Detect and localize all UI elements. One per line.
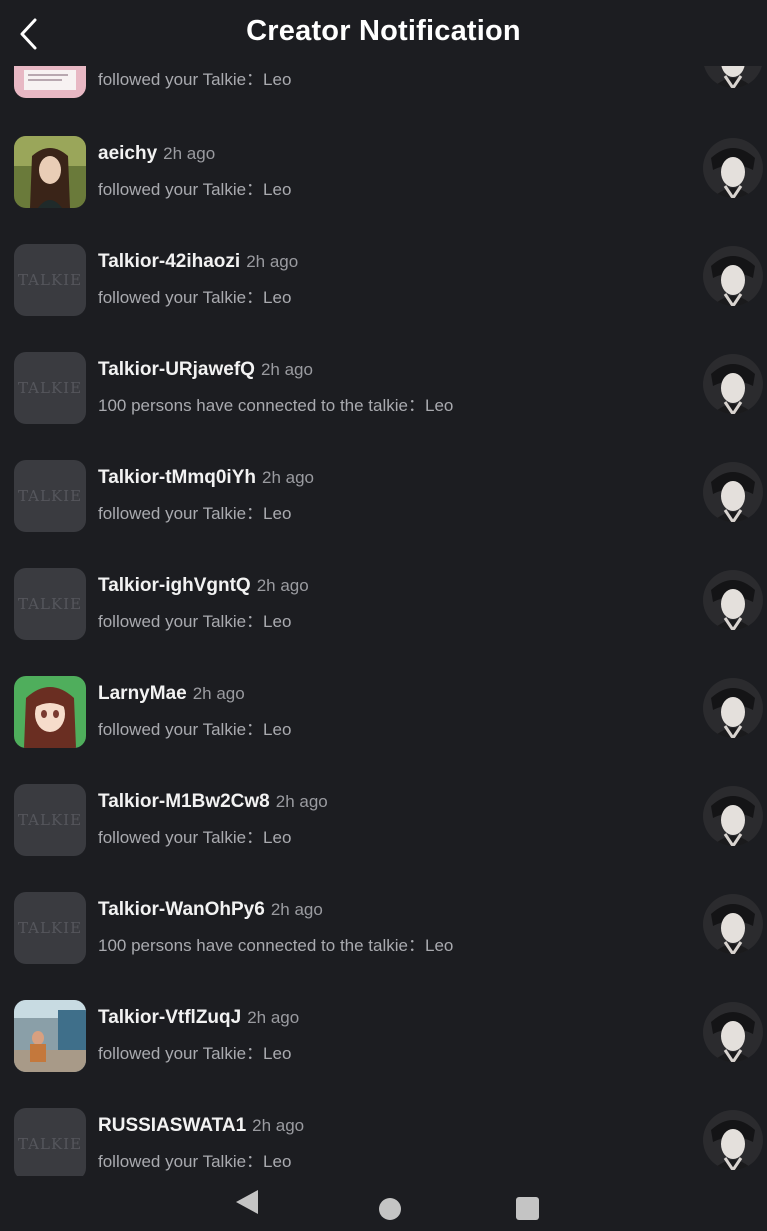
notification-item[interactable]: TALKIE RUSSIASWATA1 2h ago followed your …: [0, 1108, 767, 1176]
notification-item[interactable]: TALKIE Talkior-URjawefQ 2h ago 100 person…: [0, 352, 767, 460]
talkie-logo: TALKIE: [17, 487, 83, 505]
notification-time: 2h ago: [262, 468, 314, 487]
talkie-logo: TALKIE: [17, 919, 83, 937]
notification-message: followed your Talkie：Leo: [98, 70, 292, 89]
talkie-avatar[interactable]: [703, 246, 763, 306]
notification-time: 2h ago: [275, 792, 328, 811]
talkie-avatar[interactable]: [703, 354, 763, 414]
page-title: Creator Notification: [246, 15, 521, 47]
notification-message: followed your Talkie：Leo: [98, 288, 292, 307]
nav-back-icon[interactable]: [236, 1190, 258, 1214]
leo-portrait-image: [703, 246, 763, 306]
talkie-logo: TALKIE: [17, 595, 83, 613]
notification-header: Talkior-ighVgntQ 2h ago: [98, 574, 309, 598]
notification-message: followed your Talkie：Leo: [98, 180, 292, 199]
nav-recent-icon[interactable]: [516, 1197, 539, 1220]
notification-message: followed your Talkie：Leo: [98, 720, 292, 739]
user-name[interactable]: Talkior-42ihaozi: [98, 251, 240, 272]
notification-header: Talkior-WanOhPy6 2h ago: [98, 898, 323, 922]
notification-header: Talkior-M1Bw2Cw8 2h ago: [98, 790, 328, 814]
talkie-avatar[interactable]: [703, 678, 763, 738]
notification-message: followed your Talkie：Leo: [98, 612, 292, 631]
notification-header: Talkior-VtflZuqJ 2h ago: [98, 1006, 299, 1030]
notification-item[interactable]: TALKIE Talkior-ighVgntQ 2h ago followed y…: [0, 568, 767, 676]
notification-time: 2h ago: [192, 684, 245, 703]
notification-item[interactable]: aeichy 2h ago followed your Talkie：Leo: [0, 136, 767, 244]
user-name[interactable]: Talkior-ighVgntQ: [98, 575, 251, 596]
talkie-logo: TALKIE: [17, 379, 83, 397]
user-name[interactable]: LarnyMae: [98, 683, 187, 704]
user-avatar[interactable]: TALKIE: [14, 244, 86, 316]
notification-message: 100 persons have connected to the talkie…: [98, 936, 454, 955]
leo-portrait-image: [703, 570, 763, 630]
talkie-avatar[interactable]: [703, 1110, 763, 1170]
talkie-logo: TALKIE: [17, 811, 83, 829]
notification-header: Talkior-42ihaozi 2h ago: [98, 250, 298, 274]
user-avatar[interactable]: [14, 136, 86, 208]
notification-time: 2h ago: [270, 900, 323, 919]
notification-item[interactable]: Talkior-VtflZuqJ 2h ago followed your Tal…: [0, 1000, 767, 1108]
notification-header: Talkior-URjawefQ 2h ago: [98, 358, 313, 382]
app-header: Creator Notification: [0, 0, 767, 66]
user-avatar[interactable]: [14, 1000, 86, 1072]
notification-item[interactable]: TALKIE Talkior-WanOhPy6 2h ago 100 person…: [0, 892, 767, 1000]
user-name[interactable]: aeichy: [98, 143, 157, 164]
notification-time: 2h ago: [252, 1116, 305, 1135]
notification-time: 2h ago: [260, 360, 313, 379]
notification-header: RUSSIASWATA1 2h ago: [98, 1114, 304, 1138]
notification-item[interactable]: TALKIE Talkior-tMmq0iYh 2h ago followed y…: [0, 460, 767, 568]
user-avatar[interactable]: TALKIE: [14, 1108, 86, 1176]
talkie-avatar[interactable]: [703, 570, 763, 630]
notification-message: followed your Talkie：Leo: [98, 504, 292, 523]
system-nav-bar: [0, 1176, 767, 1231]
user-avatar[interactable]: TALKIE: [14, 892, 86, 964]
talkie-logo: TALKIE: [17, 1135, 83, 1153]
notification-message: followed your Talkie：Leo: [98, 1152, 292, 1171]
user-name[interactable]: Talkior-URjawefQ: [98, 359, 255, 380]
notification-time: 2h ago: [246, 252, 299, 271]
talkie-avatar[interactable]: [703, 894, 763, 954]
notification-list[interactable]: followed your Talkie：Leo aeichy 2h ago f…: [0, 0, 767, 1176]
notification-time: 2h ago: [256, 576, 309, 595]
talkie-logo: TALKIE: [17, 271, 83, 289]
talkie-avatar[interactable]: [703, 138, 763, 198]
notification-message: followed your Talkie：Leo: [98, 828, 292, 847]
user-name[interactable]: RUSSIASWATA1: [98, 1115, 246, 1136]
notification-message: 100 persons have connected to the talkie…: [98, 396, 454, 415]
leo-portrait-image: [703, 678, 763, 738]
leo-portrait-image: [703, 1002, 763, 1062]
user-name[interactable]: Talkior-WanOhPy6: [98, 899, 265, 920]
leo-portrait-image: [703, 1110, 763, 1170]
leo-portrait-image: [703, 354, 763, 414]
talkie-avatar[interactable]: [703, 462, 763, 522]
notification-item[interactable]: TALKIE Talkior-42ihaozi 2h ago followed y…: [0, 244, 767, 352]
user-name[interactable]: Talkior-tMmq0iYh: [98, 467, 256, 488]
user-avatar[interactable]: TALKIE: [14, 568, 86, 640]
notification-time: 2h ago: [163, 144, 216, 163]
leo-portrait-image: [703, 894, 763, 954]
brown-hair-girl-image: [14, 136, 86, 208]
street-photo-image: [14, 1000, 86, 1072]
user-name[interactable]: Talkior-M1Bw2Cw8: [98, 791, 270, 812]
notification-message: followed your Talkie：Leo: [98, 1044, 292, 1063]
notification-item[interactable]: TALKIE Talkior-M1Bw2Cw8 2h ago followed y…: [0, 784, 767, 892]
anime-girl-brown-image: [14, 676, 86, 748]
talkie-avatar[interactable]: [703, 786, 763, 846]
notification-header: Talkior-tMmq0iYh 2h ago: [98, 466, 314, 490]
notification-header: aeichy 2h ago: [98, 142, 215, 166]
user-avatar[interactable]: [14, 676, 86, 748]
leo-portrait-image: [703, 462, 763, 522]
user-avatar[interactable]: TALKIE: [14, 460, 86, 532]
notification-item[interactable]: LarnyMae 2h ago followed your Talkie：Leo: [0, 676, 767, 784]
talkie-avatar[interactable]: [703, 1002, 763, 1062]
leo-portrait-image: [703, 138, 763, 198]
leo-portrait-image: [703, 786, 763, 846]
user-avatar[interactable]: TALKIE: [14, 784, 86, 856]
user-name[interactable]: Talkior-VtflZuqJ: [98, 1007, 241, 1028]
nav-home-icon[interactable]: [379, 1198, 401, 1220]
notification-time: 2h ago: [247, 1008, 300, 1027]
user-avatar[interactable]: TALKIE: [14, 352, 86, 424]
notification-header: LarnyMae 2h ago: [98, 682, 245, 706]
